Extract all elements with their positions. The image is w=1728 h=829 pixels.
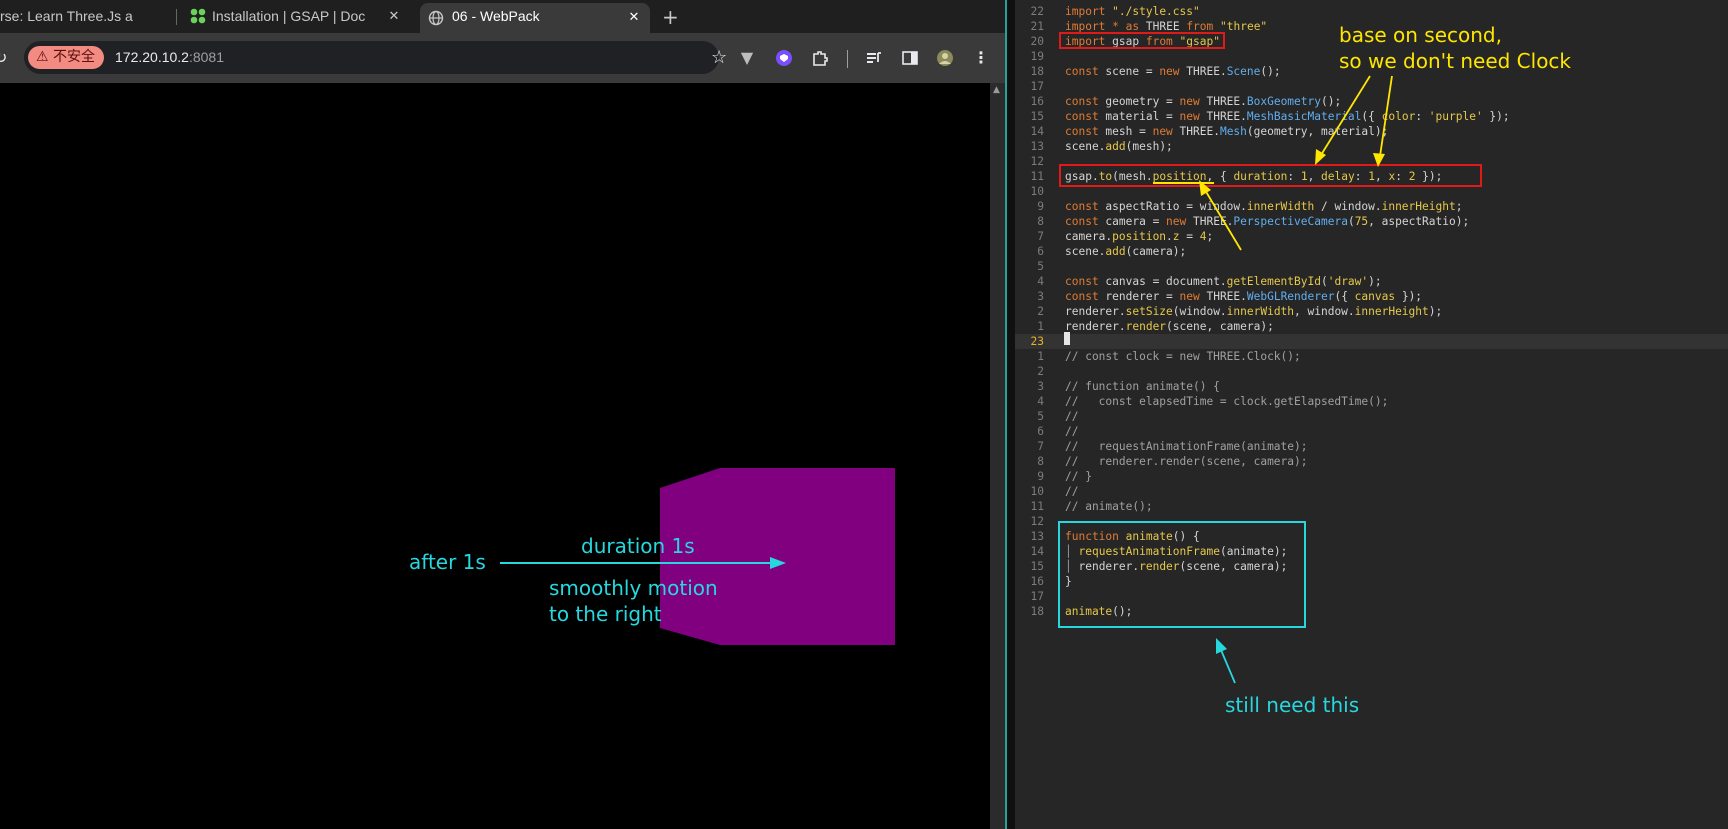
not-secure-badge[interactable]: ⚠ 不安全 bbox=[28, 46, 105, 69]
annotation-smooth-motion: smoothly motion to the right bbox=[549, 575, 718, 627]
side-panel-icon[interactable] bbox=[901, 49, 919, 67]
annotation-line: so we don't need Clock bbox=[1339, 49, 1572, 73]
scroll-up-icon[interactable]: ▲ bbox=[993, 85, 1000, 95]
annotation-line: base on second, bbox=[1339, 23, 1502, 47]
arrow-to-duration bbox=[1320, 75, 1371, 156]
annotation-based-on-second: base on second, so we don't need Clock bbox=[1339, 22, 1571, 74]
annotation-still-need: still need this bbox=[1225, 693, 1360, 717]
tab-title: 06 - WebPack bbox=[452, 8, 540, 24]
close-tab-icon[interactable]: ✕ bbox=[626, 9, 642, 25]
vertical-scrollbar[interactable]: ▲ bbox=[990, 83, 1005, 829]
arrow-to-delay bbox=[1379, 75, 1393, 157]
url-text[interactable]: 172.20.10.2:8081 bbox=[115, 49, 224, 65]
browser-window: rse: Learn Three.Js a Installation | GSA… bbox=[0, 0, 1005, 829]
annotation-line: to the right bbox=[549, 602, 662, 626]
puzzle-extensions-icon[interactable] bbox=[811, 49, 829, 67]
omnibox[interactable]: ⚠ 不安全 172.20.10.2:8081 ☆ bbox=[24, 41, 727, 74]
arrow-to-position bbox=[1204, 189, 1242, 251]
arrow-head bbox=[1315, 149, 1326, 165]
kebab-menu-icon[interactable]: ⋮ bbox=[972, 49, 990, 67]
canvas-scene bbox=[500, 468, 895, 645]
tab-title: Installation | GSAP | Doc bbox=[212, 8, 366, 24]
annotation-after: after 1s bbox=[409, 550, 486, 574]
tab-strip: rse: Learn Three.Js a Installation | GSA… bbox=[0, 0, 1005, 33]
star-icon[interactable]: ☆ bbox=[711, 47, 727, 68]
globe-icon bbox=[428, 10, 444, 29]
tab-divider bbox=[176, 9, 177, 25]
media-control-icon[interactable] bbox=[865, 49, 883, 67]
editor-separator bbox=[1005, 0, 1015, 829]
gsap-favicon-icon bbox=[190, 8, 206, 27]
close-tab-icon[interactable]: ✕ bbox=[386, 8, 402, 24]
tab-webpack[interactable]: 06 - WebPack ✕ bbox=[420, 3, 650, 33]
toolbar-divider bbox=[847, 50, 848, 68]
tab-threejs-course[interactable]: rse: Learn Three.Js a bbox=[0, 0, 170, 33]
tab-title: rse: Learn Three.Js a bbox=[0, 8, 133, 24]
annotation-arrows bbox=[1153, 75, 1393, 684]
profile-avatar-icon[interactable] bbox=[936, 49, 954, 67]
arrow-head bbox=[1373, 153, 1385, 167]
webgl-canvas[interactable]: after 1s duration 1s smoothly motion to … bbox=[0, 83, 990, 829]
arrow-to-animate bbox=[1220, 649, 1236, 684]
reload-icon[interactable]: ↻ bbox=[0, 48, 7, 67]
vue-devtools-icon[interactable]: ▼ bbox=[738, 49, 756, 67]
new-tab-button[interactable]: + bbox=[662, 5, 679, 29]
annotation-duration: duration 1s bbox=[581, 534, 695, 558]
url-port: :8081 bbox=[188, 49, 225, 65]
tab-gsap-installation[interactable]: Installation | GSAP | Doc ✕ bbox=[180, 0, 410, 33]
shield-extension-icon[interactable] bbox=[775, 49, 793, 67]
url-host: 172.20.10.2 bbox=[115, 49, 189, 65]
code-editor[interactable]: 22 import "./style.css" 21 import * as THRE… bbox=[1015, 0, 1728, 829]
annotation-line: smoothly motion bbox=[549, 576, 718, 600]
address-toolbar: ↻ ⚠ 不安全 172.20.10.2:8081 ☆ ▼ ⋮ bbox=[0, 33, 1005, 83]
